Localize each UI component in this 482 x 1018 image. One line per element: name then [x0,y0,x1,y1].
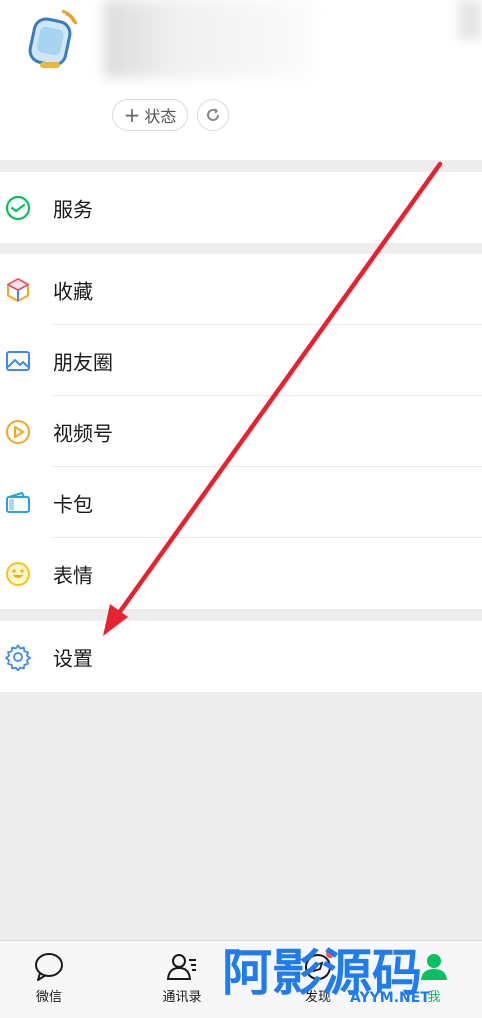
menu-item-label: 表情 [53,563,93,587]
settings-group: 设置 [0,621,482,692]
profile-arrow-blurred [458,0,482,40]
tab-contacts[interactable]: 通讯录 [134,941,230,1018]
status-label: 状态 [144,107,177,126]
tab-chats[interactable]: 微信 [1,941,97,1018]
moments-image-icon [6,350,30,371]
avatar[interactable] [22,8,86,72]
contacts-icon [166,954,196,980]
menu-item-channels[interactable]: 视频号 [0,396,482,467]
menu-item-card-wallet[interactable]: 卡包 [0,467,482,538]
tab-label: 通讯录 [162,990,202,1005]
me-person-icon [421,954,447,980]
plus-icon: + [123,103,141,127]
services-group: 服务 [0,172,482,243]
menu-item-label: 服务 [53,197,93,221]
menu-item-stickers[interactable]: 表情 [0,538,482,609]
menu-item-label: 设置 [53,646,93,670]
card-wallet-icon [6,491,30,513]
channels-play-icon [6,419,30,444]
menu-item-settings[interactable]: 设置 [0,621,482,692]
tab-label: 我 [427,990,441,1005]
profile-header: + 状态 [0,0,482,160]
chat-bubble-icon [35,953,63,981]
tab-label: 发现 [304,990,331,1005]
bottom-tab-bar: 微信 通讯录 发现 我 [0,940,482,1018]
gear-icon [5,644,31,671]
smiley-icon [6,561,30,586]
wechat-pay-icon [5,195,31,220]
menu-item-label: 视频号 [53,421,113,445]
tab-label: 微信 [35,990,62,1005]
refresh-icon [207,108,219,121]
notification-badge [326,950,334,958]
menu-item-label: 收藏 [53,279,93,303]
menu-item-moments[interactable]: 朋友圈 [0,325,482,396]
menu-item-label: 朋友圈 [53,350,113,374]
menu-item-favorites[interactable]: 收藏 [0,254,482,325]
tab-discover[interactable]: 发现 [270,941,366,1018]
add-status-button[interactable]: + 状态 [112,99,188,131]
menu-item-services[interactable]: 服务 [0,172,482,243]
status-refresh-button[interactable] [197,99,229,131]
tab-me[interactable]: 我 [386,941,482,1018]
menu-item-label: 卡包 [53,492,93,516]
features-group: 收藏 朋友圈 视频号 卡包 表情 [0,254,482,609]
favorites-cube-icon [6,277,30,302]
profile-name-blurred [104,0,314,78]
